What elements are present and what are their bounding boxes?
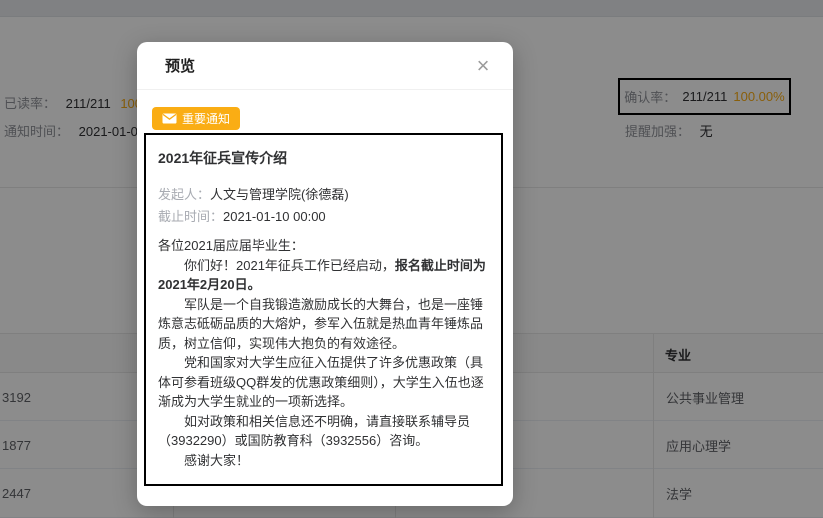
modal-title: 预览 (165, 58, 196, 75)
deadline-label: 截止时间： (158, 209, 224, 224)
notice-paragraph: 军队是一个自我锻造激励成长的大舞台，也是一座锤炼意志砥砺品质的大熔炉，参军入伍就… (158, 296, 484, 351)
deadline-value: 2021-01-10 00:00 (223, 209, 326, 224)
notice-paragraph: 各位2021届应届毕业生： (158, 238, 304, 253)
mail-icon (162, 113, 177, 124)
notice-paragraph: 如对政策和相关信息还不明确，请直接联系辅导员（3932290）或国防教育科（39… (158, 413, 471, 449)
important-notice-badge: 重要通知 (152, 107, 241, 130)
notice-paragraph: 党和国家对大学生应征入伍提供了许多优惠政策（具体可参看班级QQ群发的优惠政策细则… (158, 355, 484, 409)
notice-title: 2021年征兵宣传介绍 (158, 150, 288, 166)
initiator-line: 发起人：人文与管理学院(徐德磊) (158, 184, 489, 206)
modal-header: 预览 × (137, 42, 513, 90)
notice-body-text: 各位2021届应届毕业生： 你们好！2021年征兵工作已经启动，报名截止时间为2… (158, 236, 489, 470)
close-icon: × (476, 53, 490, 78)
close-button[interactable]: × (469, 52, 497, 80)
preview-modal: 预览 × 重要通知 2021年征兵宣传介绍 发起人：人文与管理学院(徐德磊) 截… (137, 42, 513, 506)
initiator-value: 人文与管理学院(徐德磊) (210, 187, 349, 202)
notice-paragraph: 你们好！2021年征兵工作已经启动，报名截止时间为2021年2月20日。 (158, 257, 486, 293)
deadline-line: 截止时间：2021-01-10 00:00 (158, 206, 489, 228)
notice-content-box: 2021年征兵宣传介绍 发起人：人文与管理学院(徐德磊) 截止时间：2021-0… (144, 133, 503, 486)
badge-label: 重要通知 (182, 112, 231, 126)
modal-body: 重要通知 2021年征兵宣传介绍 发起人：人文与管理学院(徐德磊) 截止时间：2… (137, 90, 513, 486)
initiator-label: 发起人： (158, 187, 211, 202)
notice-paragraph: 感谢大家！ (184, 452, 250, 468)
